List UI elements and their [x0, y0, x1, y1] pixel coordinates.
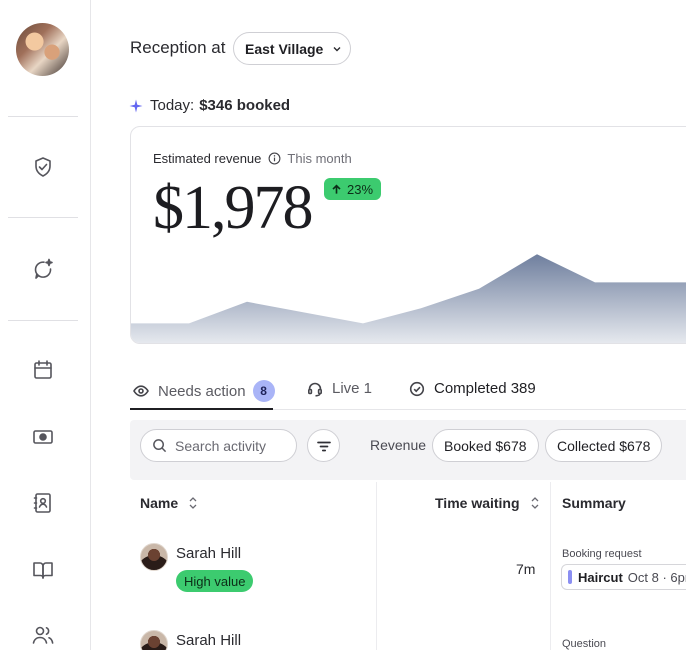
avatar — [140, 630, 168, 650]
cash-icon[interactable] — [29, 423, 57, 451]
column-name-label: Name — [140, 495, 179, 511]
today-label: Today: — [150, 97, 195, 114]
revenue-amount: $1,978 — [153, 174, 313, 242]
search-icon — [153, 439, 167, 453]
sidebar — [0, 0, 91, 650]
calendar-icon[interactable] — [29, 356, 57, 384]
check-circle-icon — [409, 381, 425, 396]
profile-avatar[interactable] — [16, 23, 69, 76]
summary-type: Booking request — [562, 548, 642, 560]
sidebar-divider — [8, 116, 78, 117]
booking-summary-chip[interactable]: Haircut Oct 8 · 6pm — [561, 564, 686, 590]
sort-icon — [189, 497, 197, 509]
arrow-up-icon — [332, 183, 341, 194]
eye-icon — [133, 385, 149, 397]
today-summary: Today: $346 booked — [129, 97, 290, 114]
revenue-change-badge: 23% — [324, 178, 382, 200]
row-name[interactable]: Sarah Hill — [176, 632, 241, 649]
reception-label: Reception at — [130, 38, 226, 57]
row-name[interactable]: Sarah Hill — [176, 545, 241, 562]
collected-chip[interactable]: Collected $678 — [545, 429, 663, 462]
time-waiting-value: 7m — [516, 561, 536, 577]
column-header-summary: Summary — [562, 495, 626, 511]
shield-check-icon[interactable] — [29, 153, 57, 181]
booked-chip[interactable]: Booked $678 — [432, 429, 539, 462]
sort-icon — [531, 497, 539, 509]
tab-completed-label: Completed 389 — [434, 380, 536, 397]
column-header-time-waiting[interactable]: Time waiting — [435, 495, 541, 511]
revenue-card: Estimated revenue This month $1,978 23% — [130, 126, 686, 344]
service-color-bar — [568, 570, 572, 584]
tab-needs-action[interactable]: Needs action 8 — [133, 380, 275, 402]
high-value-badge: High value — [176, 570, 254, 592]
revenue-period: This month — [287, 151, 352, 166]
filter-bar: Search activity Revenue Booked $678 Coll… — [130, 420, 686, 480]
today-value: $346 booked — [199, 97, 291, 114]
revenue-area-chart — [131, 254, 686, 343]
tab-live[interactable]: Live 1 — [307, 380, 372, 397]
active-tab-indicator — [130, 408, 273, 410]
contacts-icon[interactable] — [29, 489, 57, 517]
tab-needs-action-label: Needs action — [158, 382, 246, 400]
users-icon[interactable] — [29, 621, 57, 649]
chat-sparkle-icon[interactable] — [29, 255, 57, 283]
book-icon[interactable] — [29, 556, 57, 584]
sparkle-icon — [129, 99, 143, 112]
sidebar-divider — [8, 320, 78, 321]
service-name: Haircut — [578, 569, 623, 585]
filter-button[interactable] — [307, 429, 340, 462]
summary-type: Question — [562, 638, 607, 650]
revenue-filter-label: Revenue — [370, 437, 427, 453]
column-time-waiting-label: Time waiting — [435, 495, 520, 511]
column-divider — [550, 482, 551, 650]
revenue-card-header: Estimated revenue This month — [153, 151, 352, 166]
revenue-change-value: 23% — [347, 181, 374, 197]
avatar — [140, 543, 168, 571]
column-summary-label: Summary — [562, 495, 626, 511]
info-icon[interactable] — [268, 152, 281, 165]
headset-icon — [307, 382, 323, 397]
search-input[interactable]: Search activity — [140, 429, 297, 462]
search-placeholder: Search activity — [175, 437, 267, 454]
location-value: East Village — [245, 40, 324, 57]
filter-icon — [316, 441, 331, 451]
revenue-area-series — [131, 254, 686, 343]
chevron-down-icon — [333, 46, 341, 51]
tab-completed[interactable]: Completed 389 — [409, 380, 536, 397]
column-header-name[interactable]: Name — [140, 495, 199, 511]
booking-time: Oct 8 · 6pm — [627, 569, 686, 585]
sidebar-divider — [8, 217, 78, 218]
tab-live-label: Live 1 — [332, 380, 373, 397]
column-divider — [376, 482, 377, 650]
revenue-title: Estimated revenue — [153, 151, 262, 166]
needs-action-count-badge: 8 — [252, 380, 275, 402]
location-select[interactable]: East Village — [233, 32, 351, 65]
